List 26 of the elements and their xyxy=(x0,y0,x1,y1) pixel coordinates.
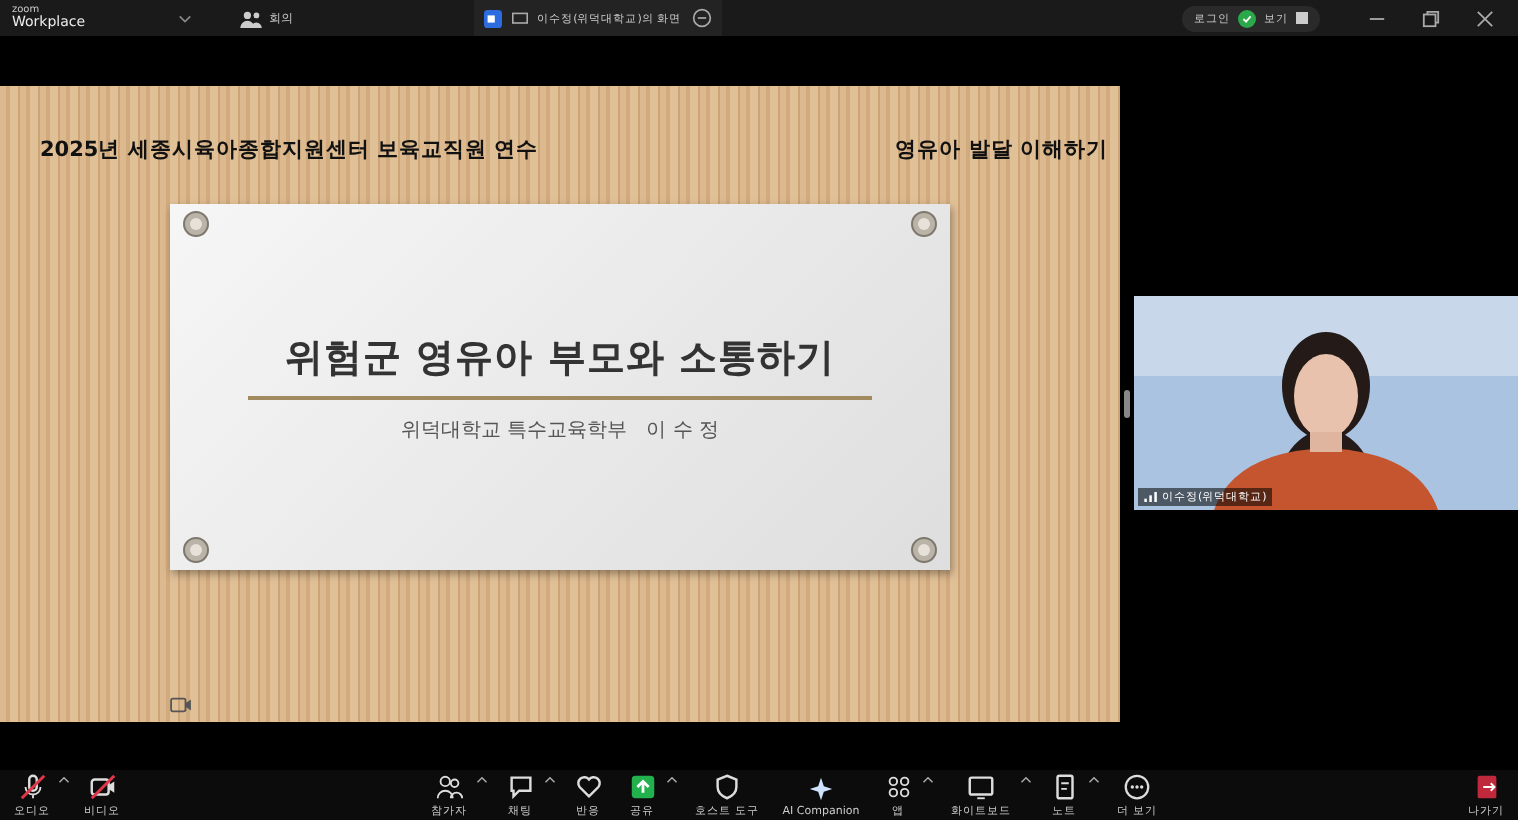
zoom-logo-icon xyxy=(483,9,502,27)
resize-handle[interactable] xyxy=(1124,389,1130,417)
caret-icon[interactable] xyxy=(475,776,488,784)
signal-icon xyxy=(1144,492,1158,502)
screen-icon xyxy=(511,11,528,25)
people-icon xyxy=(239,9,262,27)
chevron-icon[interactable] xyxy=(177,13,192,23)
pin-icon xyxy=(182,209,210,237)
caret-icon[interactable] xyxy=(58,776,70,784)
caret-icon[interactable] xyxy=(543,776,556,784)
caret-icon[interactable] xyxy=(665,776,678,784)
pin-icon xyxy=(910,535,938,563)
caret-icon[interactable] xyxy=(1087,776,1100,784)
caret-icon[interactable] xyxy=(921,776,934,784)
pin-icon xyxy=(910,209,938,237)
slide-header: 영유아 발달 이해하기 xyxy=(895,135,1108,163)
close-icon[interactable] xyxy=(1476,9,1494,27)
camera-icon xyxy=(170,695,192,713)
layout-icon xyxy=(1296,12,1308,24)
slide-title: 위험군 영유아 부모와 소통하기 xyxy=(285,333,835,383)
caret-icon[interactable] xyxy=(1019,776,1032,784)
restore-icon[interactable] xyxy=(1422,9,1440,27)
slide-header: 2025년 세종시육아종합지원센터 보육교직원 연수 xyxy=(40,135,539,163)
options-icon[interactable] xyxy=(691,8,712,28)
pin-icon xyxy=(182,535,210,563)
slide-subtitle: 위덕대학교 특수교육학부 이 수 정 xyxy=(400,417,720,443)
